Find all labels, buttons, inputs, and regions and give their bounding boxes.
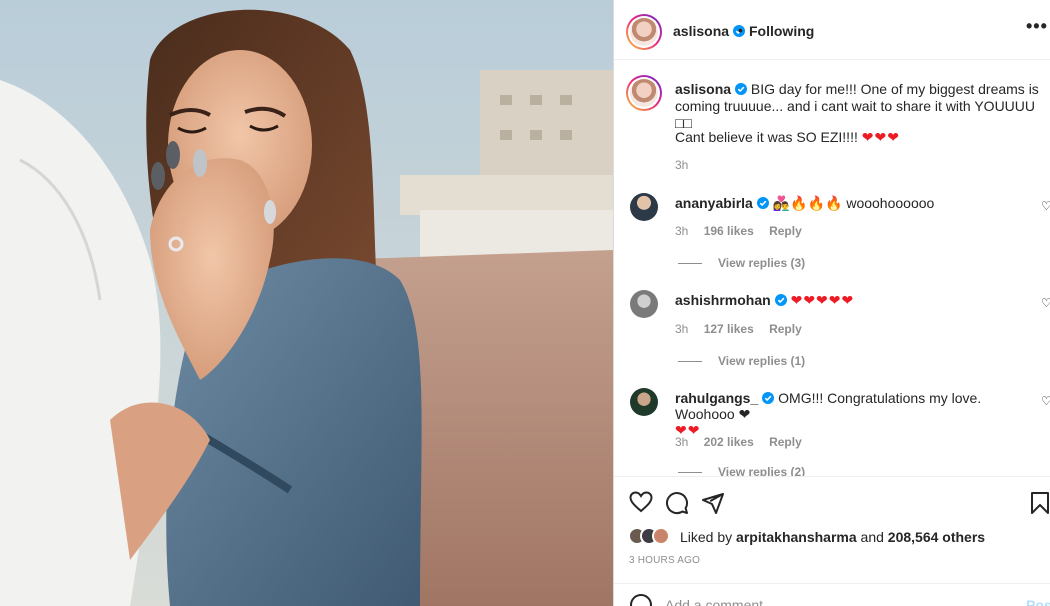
comment-likes[interactable]: 202 likes	[704, 435, 754, 449]
action-bar	[614, 476, 1050, 524]
share-icon[interactable]	[701, 491, 725, 515]
comment-item: rahulgangs_ OMG!!! Congratulations my lo…	[614, 388, 1050, 476]
comment-item: ananyabirla 👩‍❤️‍👨🔥🔥🔥 wooohoooooo ♡ 3h 1…	[614, 193, 1050, 273]
view-replies[interactable]: View replies (2)	[675, 465, 805, 476]
caption-avatar[interactable]	[626, 75, 662, 111]
verified-icon	[756, 197, 769, 209]
post-time-ago[interactable]: 3 HOURS AGO	[629, 555, 700, 566]
comment-meta: 3h 127 likes Reply	[675, 322, 814, 336]
liker-username[interactable]: arpitakhansharma	[736, 529, 857, 545]
bookmark-icon[interactable]	[1030, 491, 1050, 515]
commenter-avatar[interactable]	[630, 193, 658, 221]
commenter-username[interactable]: ananyabirla	[675, 195, 753, 211]
verified-icon	[774, 294, 787, 306]
comment-text: ananyabirla 👩‍❤️‍👨🔥🔥🔥 wooohoooooo	[675, 195, 935, 211]
comment-item: ashishrmohan ❤❤❤❤❤ ♡ 3h 127 likes Reply …	[614, 290, 1050, 370]
following-button[interactable]: Following	[749, 23, 814, 39]
comment-time: 3h	[675, 224, 689, 238]
heart-icon[interactable]	[629, 491, 653, 513]
comment-time: 3h	[675, 322, 689, 336]
commenter-username[interactable]: rahulgangs_	[675, 390, 758, 406]
comment-text: rahulgangs_ OMG!!! Congratulations my lo…	[675, 390, 982, 438]
comment-text: ashishrmohan ❤❤❤❤❤	[675, 292, 855, 308]
verified-icon	[735, 83, 748, 95]
likes-summary: Liked by arpitakhansharma and 208,564 ot…	[628, 527, 1048, 547]
comment-meta: 3h 196 likes Reply	[675, 224, 814, 238]
separator-dot: •	[738, 22, 743, 38]
caption-text: aslisona BIG day for me!!! One of my big…	[675, 81, 1043, 132]
commenter-username[interactable]: ashishrmohan	[675, 292, 771, 308]
more-icon[interactable]: •••	[1026, 16, 1048, 37]
commenter-avatar[interactable]	[630, 388, 658, 416]
comment-like-icon[interactable]: ♡	[1041, 199, 1050, 213]
commenter-avatar[interactable]	[630, 290, 658, 318]
caption-line2: Cant believe it was SO EZI!!!! ❤❤❤	[675, 129, 900, 145]
post-side-panel: aslisona • Following ••• aslisona BIG da…	[613, 0, 1050, 606]
caption-time: 3h	[675, 158, 689, 172]
reply-button[interactable]: Reply	[769, 224, 802, 238]
reply-button[interactable]: Reply	[769, 435, 802, 449]
comments-list[interactable]: aslisona BIG day for me!!! One of my big…	[614, 61, 1050, 476]
add-comment-bar: Add a comment... Post	[614, 583, 1050, 606]
caption-hearts: ❤❤❤	[861, 129, 900, 145]
comment-likes[interactable]: 196 likes	[704, 224, 754, 238]
caption-username[interactable]: aslisona	[675, 81, 731, 97]
post-photo[interactable]	[0, 0, 613, 606]
comment-input[interactable]: Add a comment...	[665, 597, 775, 606]
author-username[interactable]: aslisona	[673, 23, 746, 39]
reply-button[interactable]: Reply	[769, 322, 802, 336]
emoji-icon[interactable]	[630, 594, 652, 606]
likes-text: Liked by arpitakhansharma and 208,564 ot…	[680, 529, 986, 545]
author-avatar[interactable]	[626, 14, 662, 50]
post-header: aslisona • Following •••	[614, 4, 1050, 60]
comment-likes[interactable]: 127 likes	[704, 322, 754, 336]
post-button[interactable]: Post	[1026, 597, 1050, 606]
view-replies[interactable]: View replies (1)	[675, 354, 805, 368]
comment-meta: 3h 202 likes Reply	[675, 435, 814, 449]
verified-icon	[762, 392, 775, 404]
comment-time: 3h	[675, 435, 689, 449]
view-replies[interactable]: View replies (3)	[675, 256, 805, 270]
comment-like-icon[interactable]: ♡	[1041, 296, 1050, 310]
likes-others[interactable]: 208,564 others	[888, 529, 985, 545]
comment-like-icon[interactable]: ♡	[1041, 394, 1050, 408]
comment-icon[interactable]	[665, 491, 689, 515]
liker-avatar	[652, 527, 670, 545]
